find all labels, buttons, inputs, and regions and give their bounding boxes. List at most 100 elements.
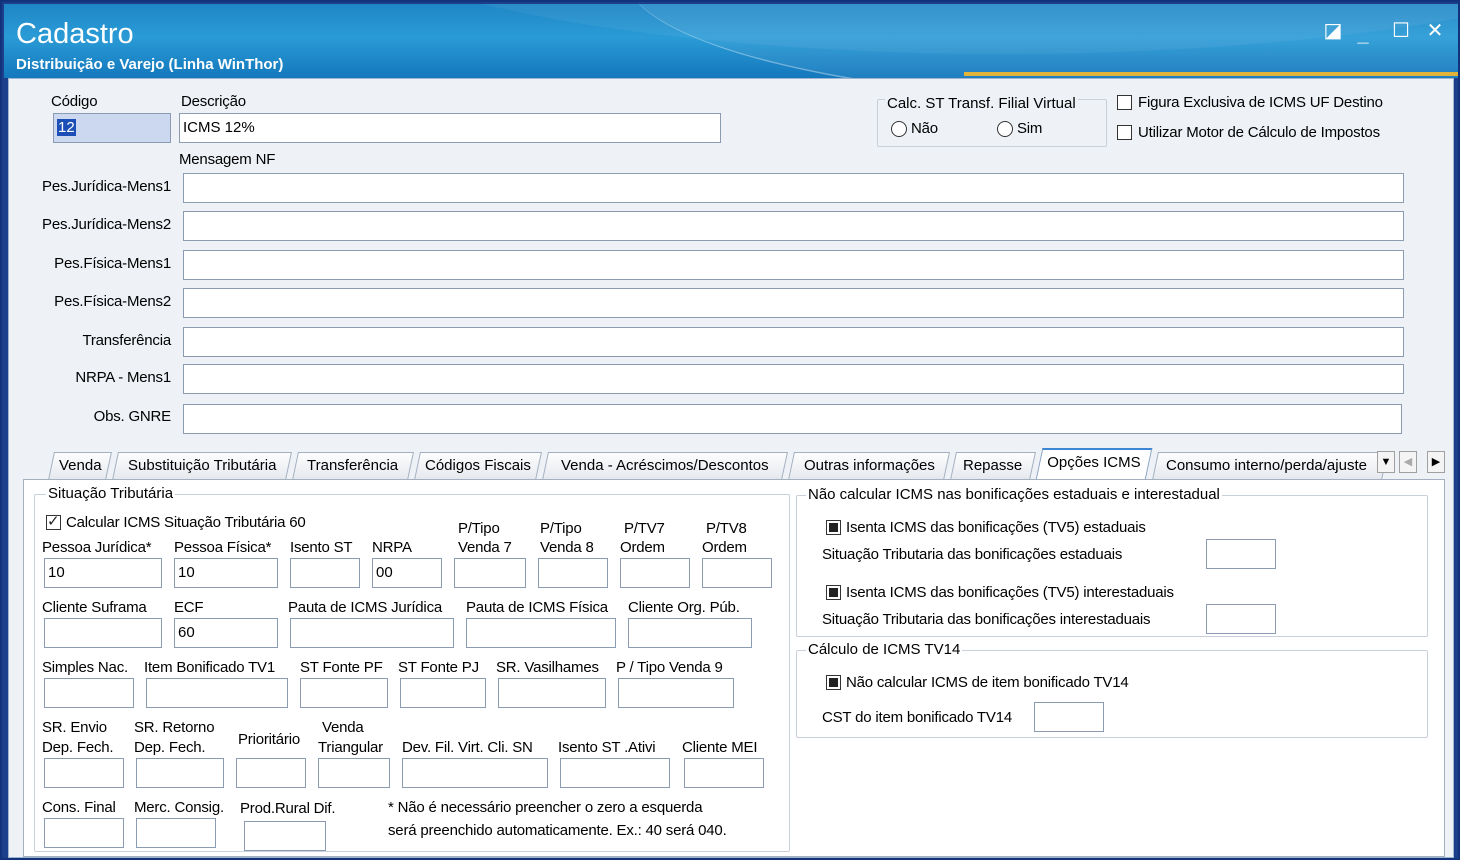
msg-input[interactable]: [183, 364, 1404, 394]
ptv7-label-1: P/Tipo: [458, 520, 500, 537]
tab-transferencia[interactable]: Transferência: [292, 452, 414, 480]
item-bonif-input[interactable]: [146, 678, 288, 708]
ptv8-ordem-input[interactable]: [702, 558, 772, 588]
minimize-icon[interactable]: _: [1352, 24, 1374, 46]
venda-tri-input[interactable]: [318, 758, 390, 788]
ecf-label: ECF: [174, 599, 204, 616]
pauta-juridica-input[interactable]: [290, 618, 454, 648]
motor-calculo-checkbox[interactable]: [1117, 125, 1132, 140]
ptv9-input[interactable]: [618, 678, 734, 708]
ptv7-input[interactable]: [454, 558, 526, 588]
msg-label: Pes.Jurídica-Mens1: [42, 178, 171, 195]
simples-input[interactable]: [44, 678, 134, 708]
note-line-1: * Não é necessário preencher o zero a es…: [388, 799, 703, 816]
venda-tri-label-1: Venda: [322, 719, 364, 736]
isento-ativ-input[interactable]: [560, 758, 670, 788]
ptv7-ordem-label-2: Ordem: [620, 539, 665, 556]
calc-st-label: Calc. ST Transf. Filial Virtual: [885, 95, 1078, 112]
sr-retorno-input[interactable]: [136, 758, 224, 788]
sr-envio-label-2: Dep. Fech.: [42, 739, 114, 756]
tab-consumo-interno[interactable]: Consumo interno/perda/ajuste: [1152, 452, 1388, 480]
prioritario-input[interactable]: [236, 758, 306, 788]
descricao-input[interactable]: ICMS 12%: [179, 113, 721, 143]
calc-st60-label: Calcular ICMS Situação Tributária 60: [66, 514, 306, 531]
msg-input[interactable]: [183, 211, 1404, 241]
restore-icon[interactable]: ◪: [1322, 20, 1344, 42]
cliente-org-input[interactable]: [628, 618, 752, 648]
sr-vasilhames-input[interactable]: [498, 678, 606, 708]
prioritario-label: Prioritário: [238, 731, 300, 748]
close-icon[interactable]: ✕: [1424, 20, 1446, 42]
isenta-estaduais-label: Isenta ICMS das bonificações (TV5) estad…: [846, 519, 1146, 536]
maximize-icon[interactable]: ☐: [1390, 20, 1412, 42]
dev-fil-input[interactable]: [402, 758, 548, 788]
pessoa-fisica-label: Pessoa Física*: [174, 539, 272, 556]
sr-vasilhames-label: SR. Vasilhames: [496, 659, 599, 676]
st-fonte-pf-input[interactable]: [300, 678, 388, 708]
sit-interestaduais-input[interactable]: [1206, 604, 1276, 634]
pauta-fisica-label: Pauta de ICMS Física: [466, 599, 608, 616]
tab-list-dropdown-icon[interactable]: ▼: [1377, 451, 1395, 473]
form-area: Código 12 Descrição ICMS 12% Mensagem NF…: [8, 78, 1454, 858]
isenta-interestaduais-checkbox[interactable]: [826, 585, 841, 600]
ptv7-label-2: Venda 7: [458, 539, 512, 556]
prod-rural-input[interactable]: [244, 821, 326, 851]
cliente-mei-input[interactable]: [684, 758, 764, 788]
nrpa-input[interactable]: 00: [372, 558, 442, 588]
radio-nao[interactable]: [891, 121, 907, 137]
dev-fil-label: Dev. Fil. Virt. Cli. SN: [402, 739, 533, 756]
msg-input[interactable]: [183, 288, 1404, 318]
isento-st-input[interactable]: [290, 558, 360, 588]
tab-repasse[interactable]: Repasse: [950, 452, 1036, 480]
cst-tv14-input[interactable]: [1034, 702, 1104, 732]
tab-opcoes-icms[interactable]: Opções ICMS: [1035, 448, 1153, 480]
situacao-tributaria-title: Situação Tributária: [46, 485, 176, 502]
st-fonte-pj-label: ST Fonte PJ: [398, 659, 479, 676]
cliente-suframa-input[interactable]: [44, 618, 162, 648]
tab-venda[interactable]: Venda: [48, 452, 112, 480]
ecf-input[interactable]: 60: [174, 618, 278, 648]
tab-scroll-left-icon[interactable]: ◀: [1399, 451, 1417, 473]
tv14-title: Cálculo de ICMS TV14: [806, 641, 963, 658]
msg-input[interactable]: [183, 404, 1402, 434]
tab-outras-informacoes[interactable]: Outras informações: [788, 452, 950, 480]
nao-calc-tv14-checkbox[interactable]: [826, 675, 841, 690]
radio-sim[interactable]: [997, 121, 1013, 137]
tab-substituicao[interactable]: Substituição Tributária: [112, 452, 292, 480]
tab-venda-acrescimos[interactable]: Venda - Acréscimos/Descontos: [542, 452, 788, 480]
tab-scroll-right-icon[interactable]: ▶: [1427, 451, 1445, 473]
sr-envio-label-1: SR. Envio: [42, 719, 107, 736]
window: Cadastro Distribuição e Varejo (Linha Wi…: [0, 0, 1460, 860]
window-title: Cadastro: [16, 18, 134, 50]
isenta-estaduais-checkbox[interactable]: [826, 520, 841, 535]
ptv8-input[interactable]: [538, 558, 608, 588]
msg-label: Transferência: [82, 332, 171, 349]
pessoa-fisica-input[interactable]: 10: [174, 558, 278, 588]
sit-estaduais-input[interactable]: [1206, 539, 1276, 569]
bonificacoes-title: Não calcular ICMS nas bonificações estad…: [806, 486, 1222, 503]
ptv7-ordem-input[interactable]: [620, 558, 690, 588]
st-fonte-pj-input[interactable]: [400, 678, 486, 708]
radio-sim-label: Sim: [1017, 120, 1043, 137]
figura-exclusiva-checkbox[interactable]: [1117, 95, 1132, 110]
sr-envio-input[interactable]: [44, 758, 124, 788]
cliente-suframa-label: Cliente Suframa: [42, 599, 147, 616]
cliente-org-label: Cliente Org. Púb.: [628, 599, 740, 616]
pauta-fisica-input[interactable]: [466, 618, 616, 648]
sr-retorno-label-2: Dep. Fech.: [134, 739, 206, 756]
merc-consig-input[interactable]: [136, 818, 216, 848]
pessoa-juridica-input[interactable]: 10: [44, 558, 162, 588]
nao-calc-tv14-label: Não calcular ICMS de item bonificado TV1…: [846, 674, 1129, 691]
msg-input[interactable]: [183, 173, 1404, 203]
msg-input[interactable]: [183, 327, 1404, 357]
cons-final-input[interactable]: [44, 818, 124, 848]
msg-input[interactable]: [183, 250, 1404, 280]
tab-strip: Venda Substituição Tributária Transferên…: [23, 446, 1445, 480]
simples-label: Simples Nac.: [42, 659, 128, 676]
isento-st-label: Isento ST: [290, 539, 353, 556]
pauta-juridica-label: Pauta de ICMS Jurídica: [288, 599, 443, 616]
calc-st60-checkbox[interactable]: [46, 512, 61, 530]
codigo-input[interactable]: 12: [53, 113, 171, 143]
isenta-interestaduais-label: Isenta ICMS das bonificações (TV5) inter…: [846, 584, 1174, 601]
tab-codigos-fiscais[interactable]: Códigos Fiscais: [414, 452, 542, 480]
